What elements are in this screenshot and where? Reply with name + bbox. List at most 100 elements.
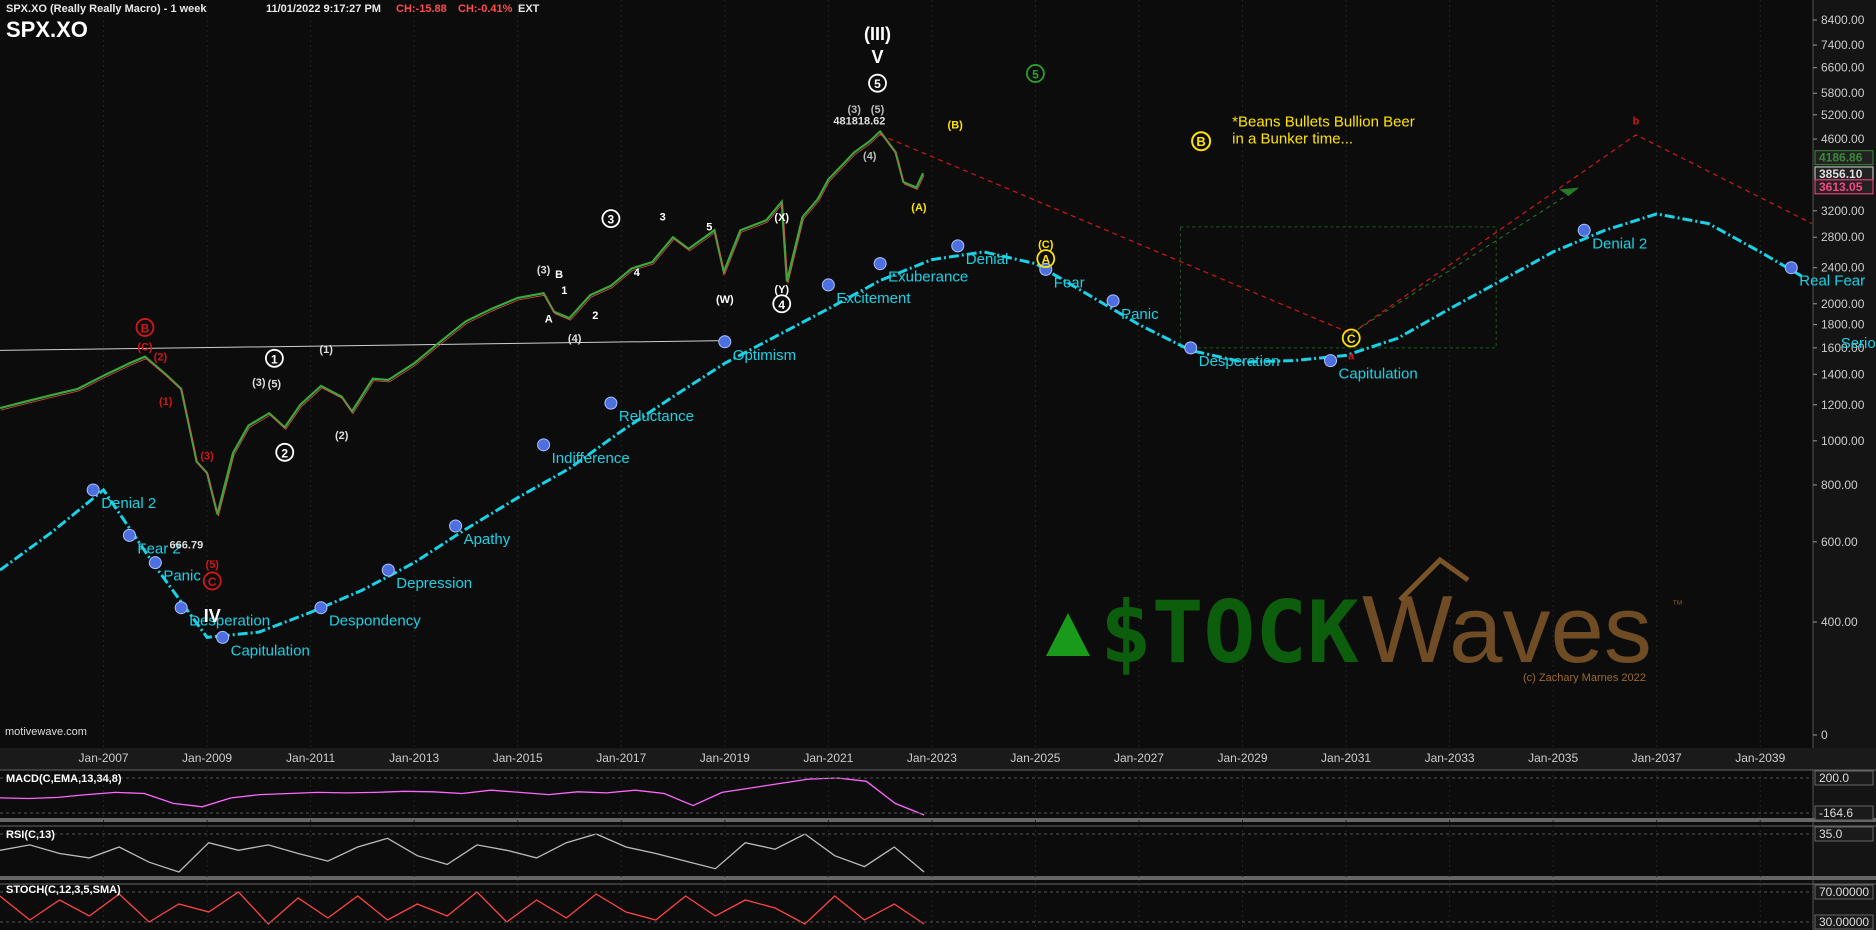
wave-label: (W) (716, 294, 734, 306)
x-tick-label: Jan-2023 (907, 751, 957, 765)
wave-label: V (872, 47, 884, 67)
phase-label: Reluctance (619, 408, 694, 425)
wave-label: (X) (774, 212, 789, 224)
x-tick-label: Jan-2035 (1528, 751, 1578, 765)
x-tick-label: Jan-2007 (79, 751, 129, 765)
sentiment-dot (174, 601, 188, 615)
watermark-copyright: (c) Zachary Marnes 2022 (1523, 672, 1646, 684)
wave-label: (3) (537, 265, 551, 277)
chart-title: SPX.XO (Really Really Macro) - 1 week (6, 3, 207, 15)
wave-label: (B) (948, 120, 964, 132)
indicator-tick-label: 200.0 (1819, 771, 1849, 785)
x-tick-label: Jan-2027 (1114, 751, 1164, 765)
chart-datetime: 11/01/2022 9:17:27 PM (266, 3, 381, 15)
phase-label: Denial 2 (1592, 235, 1647, 252)
sentiment-dot (449, 519, 463, 533)
sentiment-dot (1784, 261, 1798, 275)
sentiment-dot (381, 563, 395, 577)
stoch-label: STOCH(C,12,3,5,SMA) (6, 884, 121, 896)
phase-label: Fear (1054, 274, 1085, 291)
x-tick-label: Jan-2017 (596, 751, 646, 765)
wave-label: IV (204, 606, 221, 626)
y-tick-label: 5800.00 (1821, 86, 1865, 100)
wave-label: 481818.62 (833, 116, 885, 128)
chart-canvas[interactable]: Jan-2007 Jan-2009 Jan-2011 Jan-2013 Jan-2015… (0, 0, 1876, 930)
chart-window: Jan-2007 Jan-2009 Jan-2011 Jan-2013 Jan-2015… (0, 0, 1876, 930)
wave-label: (5) (268, 378, 282, 390)
sentiment-dot (604, 396, 618, 410)
wave-label: (C) (137, 341, 153, 353)
wave-label: (3) (252, 377, 266, 389)
y-tick-label: 1800.00 (1821, 318, 1865, 332)
wave-label: a (1348, 350, 1355, 362)
x-tick-label: Jan-2025 (1010, 751, 1060, 765)
phase-label: Depression (396, 575, 472, 592)
x-tick-label: Jan-2011 (286, 751, 335, 765)
x-tick-label: Jan-2029 (1217, 751, 1267, 765)
phase-label: Serious F (1841, 335, 1876, 352)
wave-label: C (1347, 332, 1356, 346)
y-tick-label: 2000.00 (1821, 297, 1865, 311)
sentiment-dot (1184, 341, 1198, 355)
x-tick-label: Jan-2015 (493, 751, 543, 765)
annotation-badge: B (1196, 134, 1205, 149)
watermark-stock: $TOCK (1100, 583, 1359, 683)
wave-label: 5 (706, 221, 712, 233)
sentiment-dot (951, 239, 965, 253)
sentiment-dot (718, 335, 732, 349)
indicator-tick-label: 30.00000 (1819, 915, 1869, 929)
wave-label: (3) (200, 450, 214, 462)
phase-label: Indifference (552, 450, 630, 467)
wave-label: (3) (848, 104, 862, 116)
source-label: motivewave.com (5, 726, 87, 738)
wave-label: A (545, 313, 553, 325)
x-tick-label: Jan-2039 (1735, 751, 1785, 765)
y-tick-label: 800.00 (1821, 478, 1858, 492)
sentiment-dot (86, 483, 100, 497)
chart-background (0, 0, 1876, 930)
rsi-label: RSI(C,13) (6, 829, 55, 841)
x-tick-label: Jan-2037 (1632, 751, 1682, 765)
wave-label: 1 (561, 285, 567, 297)
x-tick-label: Jan-2013 (389, 751, 439, 765)
phase-label: Capitulation (231, 642, 310, 659)
y-tick-label: 600.00 (1821, 535, 1858, 549)
phase-label: Apathy (464, 531, 511, 548)
wave-label: 2 (281, 446, 288, 460)
wave-label: A (1041, 253, 1050, 267)
phase-label: Panic (163, 568, 201, 585)
y-tick-label: 8400.00 (1821, 13, 1865, 27)
wave-label: 3 (608, 213, 615, 227)
wave-label: (4) (863, 150, 877, 162)
phase-label: Capitulation (1339, 366, 1418, 383)
wave-label: (III) (864, 24, 891, 44)
wave-label: 5 (874, 77, 881, 91)
y-tick-label: 4600.00 (1821, 132, 1865, 146)
y-tick-label: 6600.00 (1821, 61, 1865, 75)
symbol-label: SPX.XO (6, 17, 88, 42)
wave-label: 1 (271, 352, 278, 366)
wave-label: (5) (206, 559, 220, 571)
y-tick-label: 2800.00 (1821, 230, 1865, 244)
sentiment-dot (1577, 223, 1591, 237)
sentiment-dot (821, 278, 835, 292)
phase-label: Despondency (329, 613, 421, 630)
wave-label: 4 (778, 298, 785, 312)
phase-label: Real Fear (1799, 273, 1865, 290)
sentiment-dot (873, 257, 887, 271)
annotation-line1: *Beans Bullets Bullion Beer (1232, 114, 1415, 131)
price-tag-label: 3613.05 (1819, 180, 1863, 194)
y-tick-label: 1400.00 (1821, 367, 1865, 381)
sentiment-dot (216, 630, 230, 644)
phase-label: Exuberance (888, 269, 968, 286)
phase-label: Desperation (1199, 353, 1280, 370)
wave-label: 666.79 (170, 540, 204, 552)
phase-label: Desperation (189, 613, 270, 630)
wave-label: (1) (159, 396, 173, 408)
y-tick-label: 1200.00 (1821, 398, 1865, 412)
macd-label: MACD(C,EMA,13,34,8) (6, 773, 122, 785)
x-tick-label: Jan-2019 (700, 751, 750, 765)
price-tag-label: 4186.86 (1819, 151, 1863, 165)
phase-label: Panic (1121, 306, 1159, 323)
sentiment-dot (1324, 354, 1338, 368)
